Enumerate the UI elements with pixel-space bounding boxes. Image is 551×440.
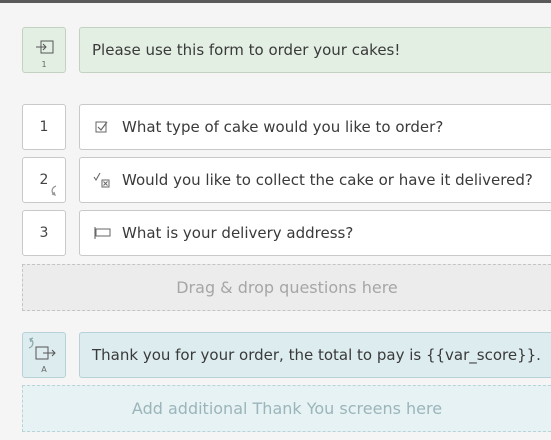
thankyou-dropzone-label: Add additional Thank You screens here [131, 399, 443, 418]
question-number: 2 [39, 172, 49, 188]
welcome-text: Please use this form to order your cakes… [92, 41, 401, 59]
top-border [0, 0, 551, 3]
thankyou-text: Thank you for your order, the total to p… [92, 346, 541, 364]
enter-icon [36, 40, 54, 54]
question-number-box[interactable]: 3 [22, 210, 66, 256]
question-card[interactable]: What type of cake would you like to orde… [79, 104, 551, 150]
question-number-box[interactable]: 2 [22, 157, 66, 203]
questions-dropzone[interactable]: Drag & drop questions here [22, 264, 551, 311]
checkbox-icon [92, 117, 112, 137]
question-card[interactable]: Would you like to collect the cake or ha… [79, 157, 551, 203]
multiple-choice-icon [92, 170, 112, 190]
thankyou-screen-card[interactable]: Thank you for your order, the total to p… [79, 332, 551, 378]
welcome-screen-card[interactable]: Please use this form to order your cakes… [79, 27, 551, 73]
question-number: 3 [39, 225, 49, 241]
question-card[interactable]: What is your delivery address? [79, 210, 551, 256]
thankyou-screen-badge[interactable]: A [22, 332, 66, 378]
question-text: What is your delivery address? [122, 224, 354, 242]
questions-dropzone-label: Drag & drop questions here [176, 278, 398, 297]
thankyou-dropzone[interactable]: Add additional Thank You screens here [22, 385, 551, 432]
question-number: 1 [39, 119, 49, 135]
exit-icon [35, 346, 56, 360]
thankyou-badge-letter: A [41, 365, 47, 374]
text-field-icon [92, 223, 112, 243]
question-text: What type of cake would you like to orde… [122, 118, 444, 136]
question-number-box[interactable]: 1 [22, 104, 66, 150]
welcome-screen-badge[interactable]: 1 [22, 27, 66, 73]
question-text: Would you like to collect the cake or ha… [122, 171, 533, 189]
welcome-badge-number: 1 [41, 60, 47, 69]
branch-logic-icon [51, 185, 57, 196]
